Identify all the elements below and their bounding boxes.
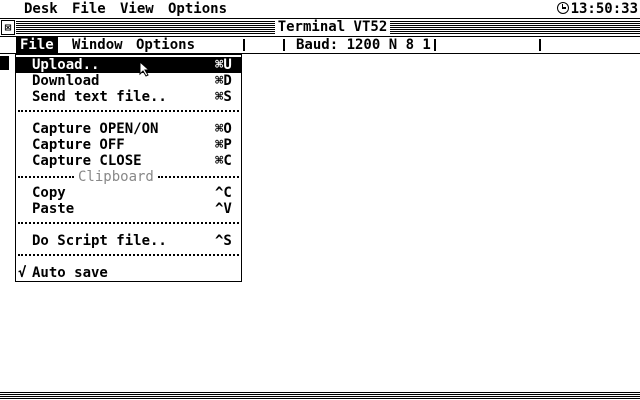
mouse-pointer-icon bbox=[139, 61, 151, 77]
menu-item-upload[interactable]: Upload.. ⌘U bbox=[16, 57, 241, 73]
menu-desk[interactable]: Desk bbox=[24, 1, 58, 17]
terminal-cursor bbox=[0, 56, 9, 70]
menu-item-copy[interactable]: Copy ^C bbox=[16, 185, 241, 201]
menu-options[interactable]: Options bbox=[168, 1, 227, 17]
menu-item-capture-close[interactable]: Capture CLOSE ⌘C bbox=[16, 153, 241, 169]
window-menu-window[interactable]: Window bbox=[68, 37, 127, 53]
menu-item-auto-save[interactable]: √ Auto save bbox=[16, 265, 241, 281]
baud-status: Baud: 1200 N 8 1 bbox=[296, 37, 431, 53]
menu-file[interactable]: File bbox=[72, 1, 106, 17]
desktop-menu-bar: Desk File View Options 13:50:33 bbox=[0, 0, 640, 19]
menu-separator bbox=[18, 222, 239, 224]
menu-separator bbox=[18, 110, 239, 112]
clock-time: 13:50:33 bbox=[570, 1, 638, 17]
checkmark-icon: √ bbox=[18, 265, 27, 281]
window-menu-file[interactable]: File bbox=[16, 37, 58, 53]
menu-separator bbox=[18, 254, 239, 256]
separator bbox=[434, 39, 436, 51]
window-bottom-edge bbox=[0, 392, 640, 400]
separator bbox=[283, 39, 285, 51]
menu-item-do-script-file[interactable]: Do Script file.. ^S bbox=[16, 233, 241, 249]
menu-item-download[interactable]: Download ⌘D bbox=[16, 73, 241, 89]
separator bbox=[539, 39, 541, 51]
window-title-bar[interactable]: ⊠ Terminal VT52 bbox=[0, 19, 640, 37]
menu-item-capture-off[interactable]: Capture OFF ⌘P bbox=[16, 137, 241, 153]
clock-icon bbox=[556, 2, 569, 14]
menu-item-send-text-file[interactable]: Send text file.. ⌘S bbox=[16, 89, 241, 105]
window-menu-bar: File Window Options Baud: 1200 N 8 1 bbox=[0, 37, 640, 54]
window-menu-options[interactable]: Options bbox=[132, 37, 199, 53]
clock: 13:50:33 bbox=[556, 1, 638, 17]
menu-separator bbox=[18, 176, 74, 178]
menu-item-paste[interactable]: Paste ^V bbox=[16, 201, 241, 217]
clipboard-group-header: Clipboard bbox=[16, 169, 241, 185]
separator bbox=[243, 39, 245, 51]
menu-view[interactable]: View bbox=[120, 1, 154, 17]
menu-separator bbox=[158, 176, 239, 178]
file-dropdown-menu: Upload.. ⌘U Download ⌘D Send text file..… bbox=[15, 54, 242, 282]
window-title: Terminal VT52 bbox=[275, 19, 390, 36]
close-box-icon[interactable]: ⊠ bbox=[1, 20, 15, 35]
menu-item-capture-open[interactable]: Capture OPEN/ON ⌘O bbox=[16, 121, 241, 137]
